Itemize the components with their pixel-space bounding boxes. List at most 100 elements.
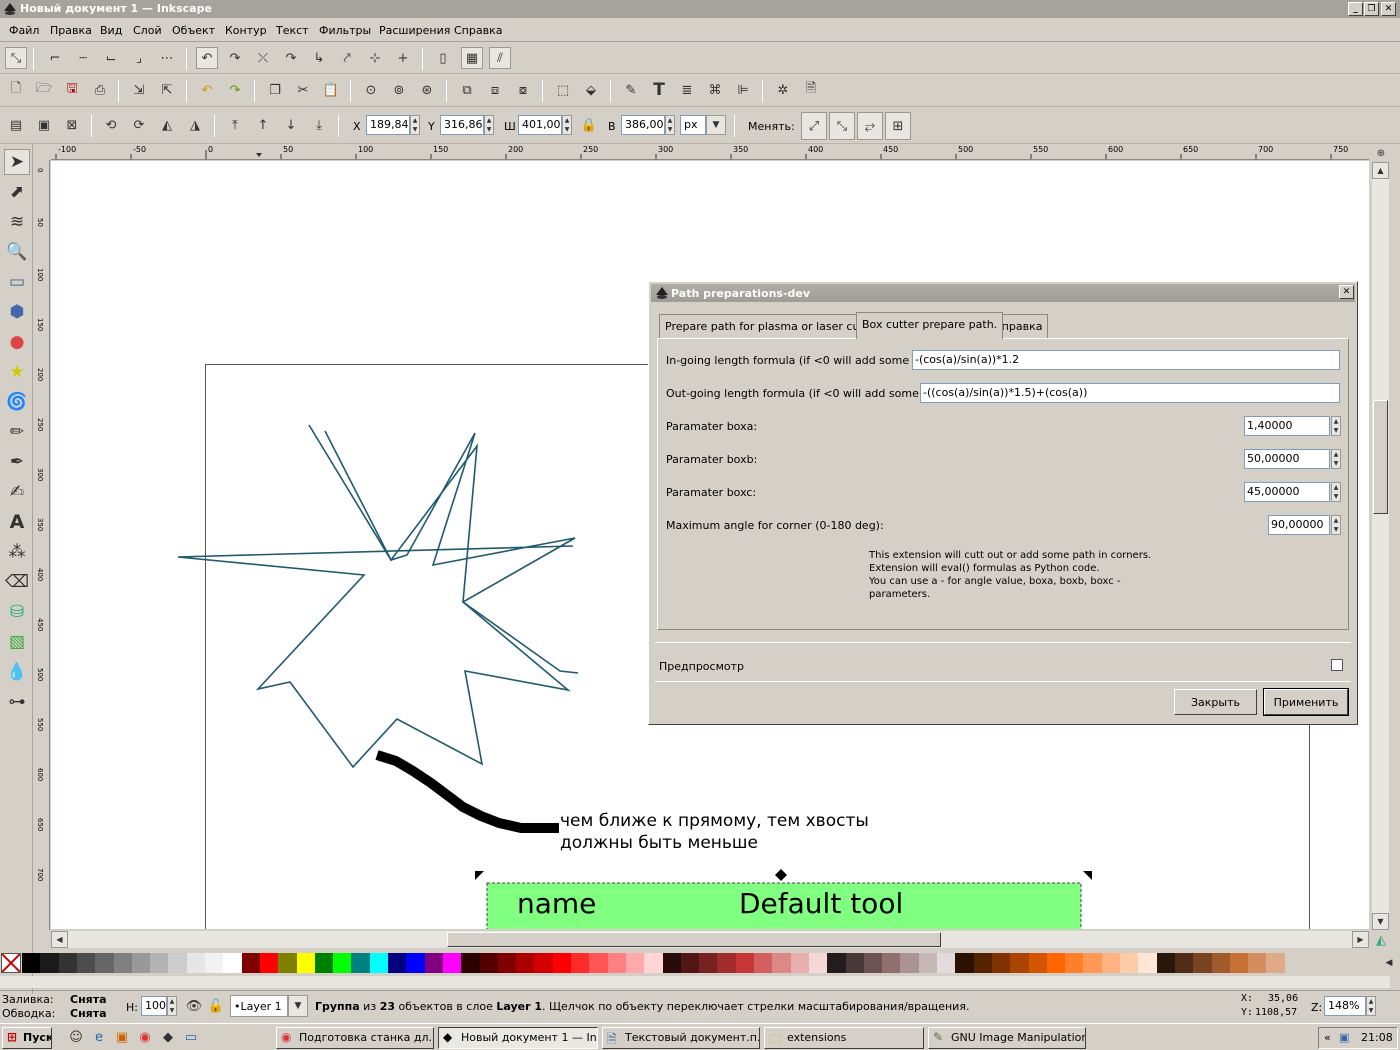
color-swatch[interactable] bbox=[186, 953, 206, 973]
color-swatch[interactable] bbox=[113, 953, 133, 973]
snap-guides-icon[interactable]: ⫽ bbox=[489, 47, 511, 69]
snap-nodes-icon[interactable]: ↶ bbox=[196, 47, 218, 69]
color-swatch[interactable] bbox=[1065, 953, 1085, 973]
boxa-input[interactable]: 1,40000 bbox=[1244, 416, 1330, 436]
color-swatch[interactable] bbox=[1046, 953, 1066, 973]
color-swatch[interactable] bbox=[1156, 953, 1176, 973]
color-swatch[interactable] bbox=[205, 953, 224, 973]
x-input[interactable]: 189,843 bbox=[366, 115, 410, 135]
color-swatch[interactable] bbox=[735, 953, 755, 973]
snap-bbox-icon[interactable]: ⌐ bbox=[44, 47, 66, 69]
gradient-tool-icon[interactable]: ▧ bbox=[4, 629, 30, 655]
color-swatch[interactable] bbox=[388, 953, 407, 973]
spray-tool-icon[interactable]: ⁂ bbox=[4, 539, 30, 565]
opacity-input[interactable]: 100 bbox=[141, 996, 167, 1016]
document-properties-icon[interactable]: 🗎 bbox=[800, 79, 822, 101]
boxb-input[interactable]: 50,00000 bbox=[1244, 449, 1330, 469]
color-swatch[interactable] bbox=[479, 953, 499, 973]
flip-vertical-icon[interactable]: ◮ bbox=[184, 114, 206, 136]
color-swatch[interactable] bbox=[589, 953, 609, 973]
snap-paths-icon[interactable]: ↷ bbox=[224, 47, 246, 69]
color-swatch[interactable] bbox=[625, 953, 645, 973]
color-swatch[interactable] bbox=[717, 953, 737, 973]
color-swatch[interactable] bbox=[863, 953, 883, 973]
fill-stroke-icon[interactable]: ✎ bbox=[620, 79, 642, 101]
color-swatch[interactable] bbox=[442, 953, 462, 973]
color-swatch[interactable] bbox=[241, 953, 261, 973]
task-gimp[interactable]: ✎GNU Image Manipulation ... bbox=[928, 1027, 1086, 1049]
save-icon[interactable]: 🖫 bbox=[61, 79, 83, 101]
zoom-spinner[interactable]: ▲ ▼ bbox=[1366, 996, 1376, 1016]
menu-file[interactable]: Файл bbox=[9, 24, 39, 37]
width-input[interactable]: 401,000 bbox=[518, 115, 562, 135]
color-swatch[interactable] bbox=[571, 953, 590, 973]
snap-page-border-icon[interactable]: ▯ bbox=[432, 47, 454, 69]
redo-icon[interactable]: ↷ bbox=[224, 79, 246, 101]
scale-stroke-icon[interactable]: ⤢ bbox=[801, 112, 827, 140]
color-swatch[interactable] bbox=[22, 953, 41, 973]
menu-layer[interactable]: Слой bbox=[133, 24, 162, 37]
snap-bbox-midpoints-icon[interactable]: ⌟ bbox=[128, 47, 150, 69]
no-paint-swatch[interactable] bbox=[1, 953, 21, 973]
ellipse-tool-icon[interactable]: ● bbox=[4, 329, 30, 355]
dialog-close-icon[interactable]: ✕ bbox=[1339, 285, 1354, 299]
connector-tool-icon[interactable]: ⊶ bbox=[4, 689, 30, 715]
quicklaunch-app-icon[interactable]: ▣ bbox=[112, 1027, 132, 1047]
spiral-tool-icon[interactable]: 🌀 bbox=[4, 389, 30, 415]
palette-scrollbar[interactable] bbox=[0, 976, 1390, 988]
color-swatch[interactable] bbox=[497, 953, 517, 973]
layer-visibility-icon[interactable]: 👁 bbox=[183, 995, 205, 1017]
quicklaunch-inkscape-icon[interactable]: ◆ bbox=[158, 1027, 178, 1047]
preview-checkbox[interactable] bbox=[1331, 659, 1343, 671]
color-swatch[interactable] bbox=[937, 953, 956, 973]
color-swatch[interactable] bbox=[900, 953, 920, 973]
color-swatch[interactable] bbox=[534, 953, 554, 973]
node-tool-icon[interactable]: ⬈ bbox=[4, 179, 30, 205]
color-swatch[interactable] bbox=[150, 953, 170, 973]
height-spinner[interactable]: ▲ ▼ bbox=[665, 115, 675, 135]
color-swatch[interactable] bbox=[845, 953, 865, 973]
snap-cusp-nodes-icon[interactable]: ↷ bbox=[280, 47, 302, 69]
boxc-spinner[interactable]: ▲ ▼ bbox=[1331, 482, 1341, 502]
color-swatch[interactable] bbox=[1248, 953, 1268, 973]
vertical-scroll-thumb[interactable] bbox=[1373, 400, 1388, 514]
raise-icon[interactable]: ↑ bbox=[252, 114, 274, 136]
color-swatch[interactable] bbox=[1028, 953, 1048, 973]
color-swatch[interactable] bbox=[1211, 953, 1231, 973]
zoom-selection-icon[interactable]: ⊙ bbox=[360, 79, 382, 101]
color-swatch[interactable] bbox=[296, 953, 316, 973]
cut-icon[interactable]: ✂ bbox=[292, 79, 314, 101]
color-swatch[interactable] bbox=[955, 953, 975, 973]
tab-box-cutter[interactable]: Box cutter prepare path. bbox=[856, 312, 1004, 339]
rectangle-tool-icon[interactable]: ▭ bbox=[4, 269, 30, 295]
select-all-layers-icon[interactable]: ▣ bbox=[33, 114, 55, 136]
vertical-scrollbar[interactable]: ▲ ▼ bbox=[1372, 162, 1389, 930]
close-window-button[interactable]: ✕ bbox=[1381, 2, 1396, 16]
layer-dropdown-icon[interactable]: ▼ bbox=[288, 995, 308, 1017]
scale-corners-icon[interactable]: ⤡ bbox=[829, 112, 855, 140]
layers-icon[interactable]: ≣ bbox=[676, 79, 698, 101]
color-swatch[interactable] bbox=[131, 953, 151, 973]
snap-bbox-edges-icon[interactable]: ┄ bbox=[72, 47, 94, 69]
scroll-up-icon[interactable]: ▲ bbox=[1372, 162, 1389, 179]
color-swatch[interactable] bbox=[827, 953, 847, 973]
menu-path[interactable]: Контур bbox=[225, 24, 267, 37]
color-swatch[interactable] bbox=[790, 953, 810, 973]
snap-intersections-icon[interactable]: ⤫ bbox=[252, 47, 274, 69]
color-swatch[interactable] bbox=[1229, 953, 1249, 973]
tray-collapse-icon[interactable]: « bbox=[1324, 1031, 1331, 1044]
color-manage-icon[interactable]: ◭ bbox=[1372, 931, 1390, 949]
snap-object-centers-icon[interactable]: ⊹ bbox=[364, 47, 386, 69]
color-swatch[interactable] bbox=[461, 953, 481, 973]
deselect-icon[interactable]: ⊠ bbox=[61, 114, 83, 136]
menu-text[interactable]: Текст bbox=[276, 24, 309, 37]
maximize-button[interactable]: ❐ bbox=[1364, 2, 1379, 16]
menu-extensions[interactable]: Расширения bbox=[379, 24, 450, 37]
tray-network-icon[interactable]: ▣ bbox=[1339, 1031, 1349, 1044]
ungroup-icon[interactable]: ⬙ bbox=[580, 79, 602, 101]
3dbox-tool-icon[interactable]: ⬢ bbox=[4, 299, 30, 325]
lower-to-bottom-icon[interactable]: ⤓ bbox=[308, 114, 330, 136]
color-swatch[interactable] bbox=[754, 953, 773, 973]
eraser-tool-icon[interactable]: ⌫ bbox=[4, 569, 30, 595]
color-swatch[interactable] bbox=[1083, 953, 1103, 973]
